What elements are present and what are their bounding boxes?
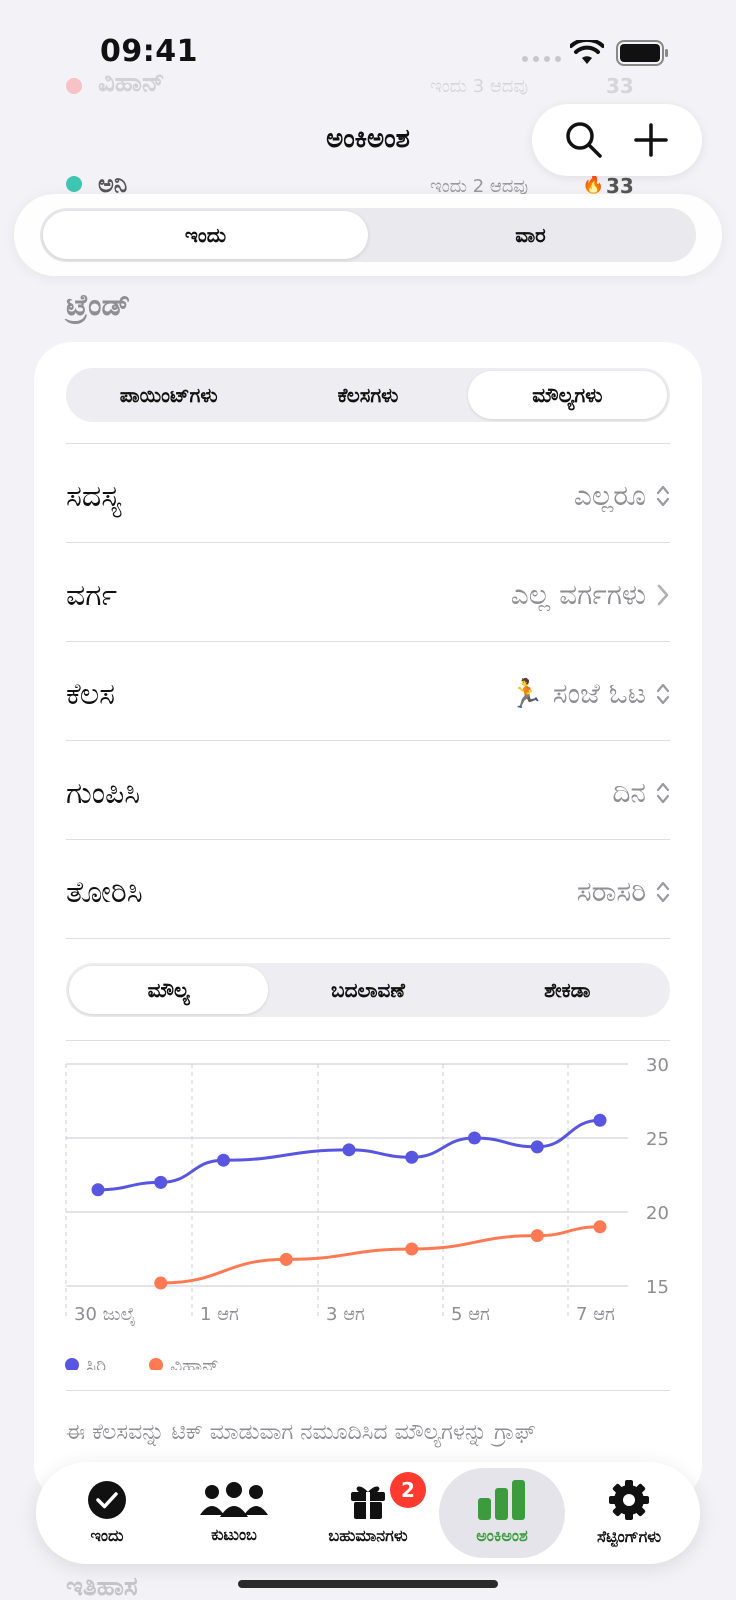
legend-marker: [65, 1358, 79, 1370]
tab-bar-label: ಇಂದು: [90, 1526, 124, 1545]
x-tick-label: 3 ಆಗ: [326, 1304, 365, 1325]
data-point: [530, 1229, 544, 1243]
x-tick-label: 1 ಆಗ: [200, 1304, 239, 1325]
chevron-updown-icon: [656, 485, 670, 507]
y-tick-label: 25: [646, 1129, 669, 1150]
header-actions: [532, 104, 702, 176]
data-point: [217, 1153, 230, 1167]
tab-today[interactable]: ಇಂದು: [43, 211, 368, 259]
chevron-updown-icon: [656, 881, 670, 903]
divider: [66, 641, 670, 642]
divider: [66, 938, 670, 939]
filter-label: ತೋರಿಸಿ: [66, 874, 143, 910]
data-point: [593, 1220, 607, 1234]
filter-value: ಎಲ್ಲರೂ: [573, 479, 646, 512]
x-tick-label: 5 ಆಗ: [451, 1304, 490, 1325]
checkmark-circle-icon: [88, 1481, 126, 1519]
divider: [66, 839, 670, 840]
tab-bar-label: ಸೆಟ್ಟಿಂಗ್‌ಗಳು: [596, 1527, 662, 1546]
divider: [66, 443, 670, 444]
gear-icon: [609, 1480, 649, 1520]
data-point: [405, 1150, 419, 1164]
battery-icon: [616, 40, 668, 66]
tab-tasks[interactable]: ಕೆಲಸಗಳು: [268, 371, 467, 419]
tab-bar-rewards[interactable]: ಬಹುಮಾನಗಳು 2: [298, 1468, 438, 1558]
filter-value: ಎಲ್ಲ ವರ್ಗಗಳು: [510, 578, 646, 611]
gift-icon: [351, 1486, 385, 1519]
cellular-signal-icon: [522, 56, 561, 62]
data-point: [468, 1131, 481, 1145]
filter-row-group-by[interactable]: ಗುಂಪಿಸಿ ದಿನ: [66, 745, 670, 841]
legend-label: ವಿಹಾನ್: [170, 1355, 219, 1370]
data-point: [154, 1175, 168, 1189]
status-time: 09:41: [100, 34, 198, 69]
filter-value: ದಿನ: [612, 776, 646, 809]
data-point: [405, 1242, 419, 1256]
data-point: [154, 1276, 168, 1290]
x-tick-label: 30 ಜುಲೈ: [74, 1304, 136, 1326]
tab-value[interactable]: ಮೌಲ್ಯ: [69, 966, 269, 1014]
background-member-name: ವಿಹಾನ್: [98, 68, 165, 98]
data-point: [342, 1143, 356, 1157]
people-icon: [200, 1482, 268, 1517]
chevron-right-icon: [657, 584, 669, 606]
divider: [66, 542, 670, 543]
background-member-streak: 33: [606, 74, 634, 98]
home-indicator: [238, 1580, 498, 1588]
tab-points[interactable]: ಪಾಯಿಂಟ್‌ಗಳು: [69, 371, 268, 419]
data-point: [530, 1140, 544, 1154]
data-point: [91, 1183, 105, 1197]
filter-label: ಕೆಲಸ: [66, 676, 116, 712]
filter-label: ಗುಂಪಿಸಿ: [66, 775, 141, 811]
y-tick-label: 30: [646, 1055, 669, 1076]
filter-value: 🏃 ಸಂಜೆ ಓಟ: [509, 677, 646, 710]
tab-bar-today[interactable]: ಇಂದು: [44, 1468, 170, 1558]
bar-chart-icon: [478, 1480, 525, 1520]
legend-label: ಸಿರಿ: [86, 1355, 106, 1370]
y-tick-label: 20: [646, 1203, 669, 1224]
chart-note: ಈ ಕೆಲಸವನ್ನು ಟಿಕ್ ಮಾಡುವಾಗ ನಮೂದಿಸಿದ ಮೌಲ್ಯಗ…: [66, 1420, 536, 1445]
filter-row-member[interactable]: ಸದಸ್ಯ ಎಲ್ಲರೂ: [66, 448, 670, 544]
tab-bar: ಇಂದು ಕುಟುಂಬ ಬಹುಮಾನಗಳು 2 ಅಂಕಿಅಂಶ ಸೆಟ್ಟಿಂಗ…: [36, 1462, 700, 1564]
member-dot: [66, 176, 82, 192]
data-point: [279, 1252, 293, 1266]
divider: [66, 1390, 670, 1391]
tab-bar-settings[interactable]: ಸೆಟ್ಟಿಂಗ್‌ಗಳು: [566, 1468, 692, 1558]
tab-bar-label: ಕುಟುಂಬ: [211, 1525, 257, 1544]
x-tick-label: 7 ಆಗ: [576, 1304, 615, 1325]
tab-values[interactable]: ಮೌಲ್ಯಗಳು: [467, 371, 667, 419]
filter-row-category[interactable]: ವರ್ಗ ಎಲ್ಲ ವರ್ಗಗಳು: [66, 547, 670, 643]
filter-row-task[interactable]: ಕೆಲಸ 🏃 ಸಂಜೆ ಓಟ: [66, 646, 670, 742]
search-icon[interactable]: [564, 120, 604, 160]
divider: [66, 740, 670, 741]
add-icon[interactable]: [632, 121, 670, 159]
trend-chart: 30 25 20 15 30 ಜುಲೈ 1 ಆಗ 3 ಆಗ 5 ಆಗ 7 ಆಗ ಸಿರಿ ವಿಹಾನ…: [65, 1055, 669, 1370]
y-tick-label: 15: [646, 1277, 669, 1298]
legend-marker: [149, 1358, 163, 1370]
section-title: ಟ್ರೆಂಡ್: [66, 288, 131, 323]
flame-icon: 🔥: [582, 174, 605, 195]
filter-label: ವರ್ಗ: [66, 577, 118, 613]
tab-bar-label: ಅಂಕಿಅಂಶ: [476, 1526, 528, 1545]
tab-percent[interactable]: ಶೇಕಡಾ: [468, 966, 667, 1014]
wifi-icon: [570, 40, 604, 64]
tab-week[interactable]: ವಾರ: [368, 211, 693, 259]
tab-bar-stats[interactable]: ಅಂಕಿಅಂಶ: [439, 1468, 565, 1558]
chevron-updown-icon: [656, 782, 670, 804]
chevron-updown-icon: [656, 683, 670, 705]
background-member-status: ಇಂದು 3 ಆದವು: [430, 76, 529, 97]
filter-row-show[interactable]: ತೋರಿಸಿ ಸರಾಸರಿ: [66, 844, 670, 940]
metric-selector: ಪಾಯಿಂಟ್‌ಗಳು ಕೆಲಸಗಳು ಮೌಲ್ಯಗಳು: [66, 368, 670, 422]
member-dot: [66, 78, 82, 94]
tab-bar-label: ಬಹುಮಾನಗಳು: [328, 1526, 408, 1545]
data-point: [593, 1113, 607, 1127]
filter-value: ಸರಾಸರಿ: [576, 875, 646, 908]
tab-change[interactable]: ಬದಲಾವಣೆ: [268, 966, 467, 1014]
period-selector: ಇಂದು ವಾರ: [40, 208, 696, 262]
rewards-badge: 2: [390, 1472, 426, 1508]
tab-bar-family[interactable]: ಕುಟುಂಬ: [171, 1468, 297, 1558]
history-section-title: ಇತಿಹಾಸ: [66, 1572, 138, 1600]
filter-label: ಸದಸ್ಯ: [66, 478, 122, 514]
mode-selector: ಮೌಲ್ಯ ಬದಲಾವಣೆ ಶೇಕಡಾ: [66, 963, 670, 1017]
